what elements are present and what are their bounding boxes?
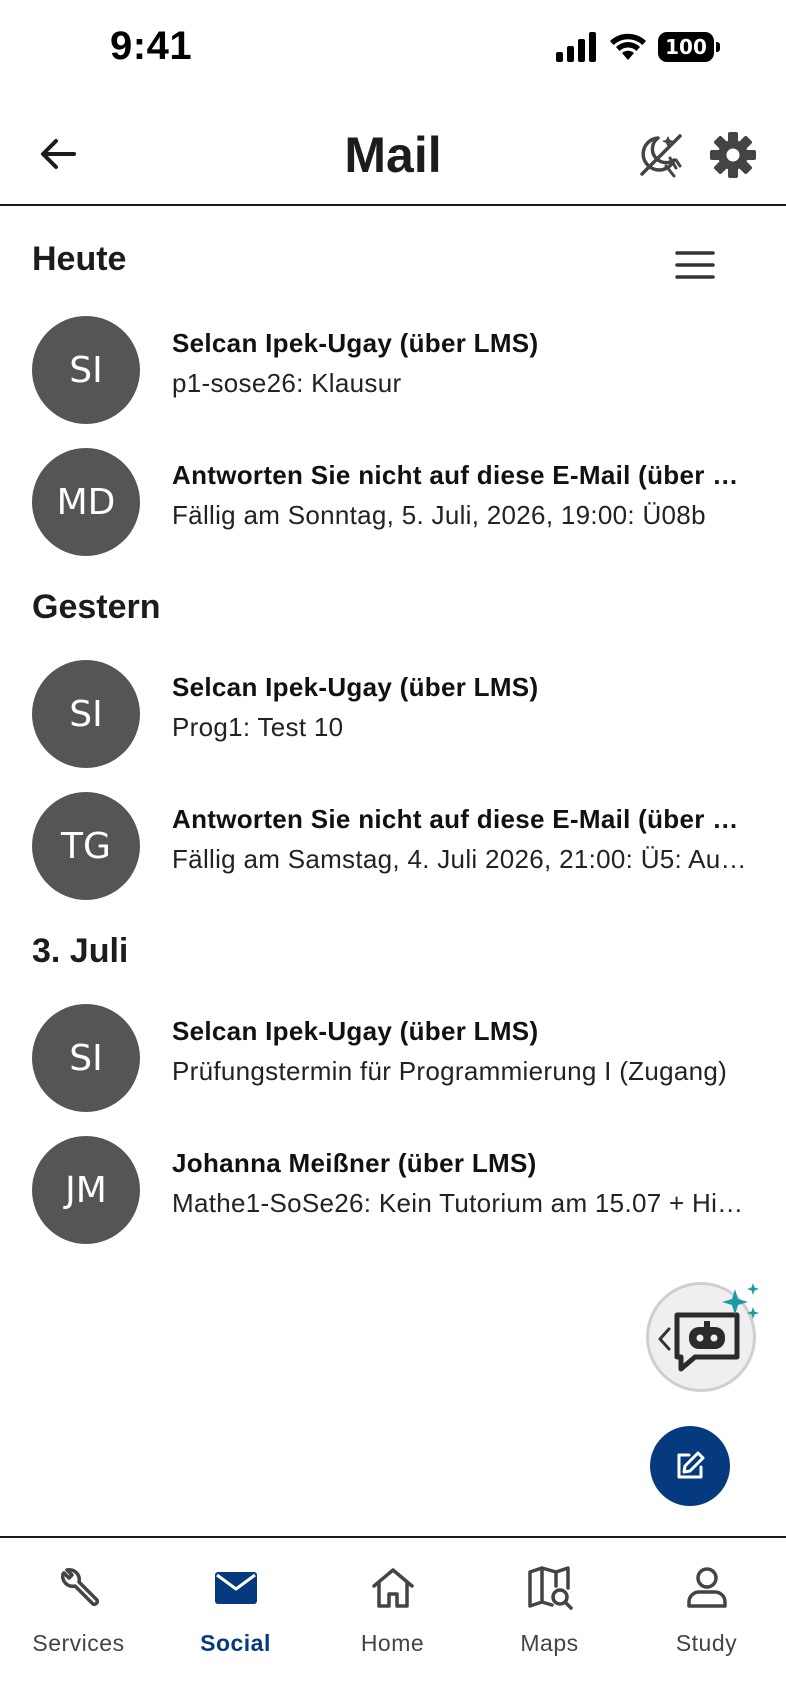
map-search-icon: [527, 1566, 573, 1610]
mail-item[interactable]: TG Antworten Sie nicht auf diese E-Mail …: [0, 792, 786, 912]
app-header: Mail: [0, 100, 786, 206]
mail-subject: p1-sose26: Klausur: [172, 368, 402, 398]
nav-label: Study: [675, 1630, 738, 1656]
wrench-icon: [60, 1568, 99, 1607]
mail-item[interactable]: SI Selcan Ipek-Ugay (über LMS) Prog1: Te…: [0, 660, 786, 780]
nav-label: Social: [200, 1630, 271, 1656]
mail-item[interactable]: JM Johanna Meißner (über LMS) Mathe1-SoS…: [0, 1136, 786, 1256]
gear-icon: [710, 132, 756, 178]
mail-subject: Fällig am Samstag, 4. Juli 2026, 21:00: …: [172, 844, 752, 874]
avatar: SI: [32, 660, 140, 768]
nav-item-maps[interactable]: Maps: [471, 1538, 628, 1704]
mail-sender: Selcan Ipek-Ugay (über LMS): [172, 672, 539, 702]
compose-mail-button[interactable]: [650, 1426, 730, 1506]
mail-sender: Antworten Sie nicht auf diese E-Mail (üb…: [172, 804, 752, 834]
nav-item-study[interactable]: Study: [628, 1538, 785, 1704]
edit-icon: [677, 1451, 705, 1479]
avatar: TG: [32, 792, 140, 900]
mail-icon: [214, 1572, 257, 1604]
mail-subject: Mathe1-SoSe26: Kein Tutorium am 15.07 + …: [172, 1188, 752, 1218]
settings-button[interactable]: [708, 130, 758, 180]
nav-label: Maps: [520, 1630, 579, 1656]
nav-label: Services: [32, 1630, 125, 1656]
chatbot-assistant-button[interactable]: [646, 1282, 759, 1392]
battery-icon: 100: [658, 32, 720, 62]
status-icons: 100: [556, 32, 720, 62]
sparkle-icon: [722, 1283, 759, 1319]
nav-item-home[interactable]: Home: [314, 1538, 471, 1704]
nav-item-services[interactable]: Services: [0, 1538, 157, 1704]
home-icon: [371, 1568, 414, 1608]
battery-level: 100: [665, 35, 707, 59]
mail-item[interactable]: SI Selcan Ipek-Ugay (über LMS) p1-sose26…: [0, 316, 786, 436]
avatar: MD: [32, 448, 140, 556]
cellular-signal-icon: [556, 32, 596, 62]
bottom-navigation: Services Social Home Maps Study: [0, 1536, 786, 1704]
section-heading-yesterday: Gestern: [32, 588, 161, 626]
mail-screen: 9:41 100 Mail Heute SI Selcan Ipek-Ugay …: [0, 0, 786, 1704]
section-heading-date: 3. Juli: [32, 932, 129, 970]
nav-item-social[interactable]: Social: [157, 1538, 314, 1704]
list-menu-button[interactable]: [674, 244, 716, 286]
mail-subject: Prog1: Test 10: [172, 712, 344, 742]
mail-subject: Fällig am Sonntag, 5. Juli, 2026, 19:00:…: [172, 500, 706, 530]
avatar: JM: [32, 1136, 140, 1244]
status-time: 9:41: [110, 24, 193, 68]
hamburger-menu-icon: [675, 251, 715, 279]
theme-toggle-button[interactable]: [636, 130, 686, 180]
mail-sender: Selcan Ipek-Ugay (über LMS): [172, 328, 539, 358]
mail-sender: Johanna Meißner (über LMS): [172, 1148, 537, 1178]
mail-sender: Antworten Sie nicht auf diese E-Mail (üb…: [172, 460, 752, 490]
status-bar: 9:41 100: [0, 0, 786, 96]
mail-item[interactable]: MD Antworten Sie nicht auf diese E-Mail …: [0, 448, 786, 568]
wifi-icon: [610, 33, 646, 60]
section-heading-today: Heute: [32, 240, 127, 278]
mail-sender: Selcan Ipek-Ugay (über LMS): [172, 1016, 539, 1046]
theme-auto-icon: [640, 134, 682, 178]
person-icon: [686, 1567, 727, 1608]
mail-subject: Prüfungstermin für Programmierung I (Zug…: [172, 1056, 728, 1086]
avatar: SI: [32, 316, 140, 424]
mail-item[interactable]: SI Selcan Ipek-Ugay (über LMS) Prüfungst…: [0, 1004, 786, 1124]
nav-label: Home: [360, 1630, 425, 1656]
avatar: SI: [32, 1004, 140, 1112]
